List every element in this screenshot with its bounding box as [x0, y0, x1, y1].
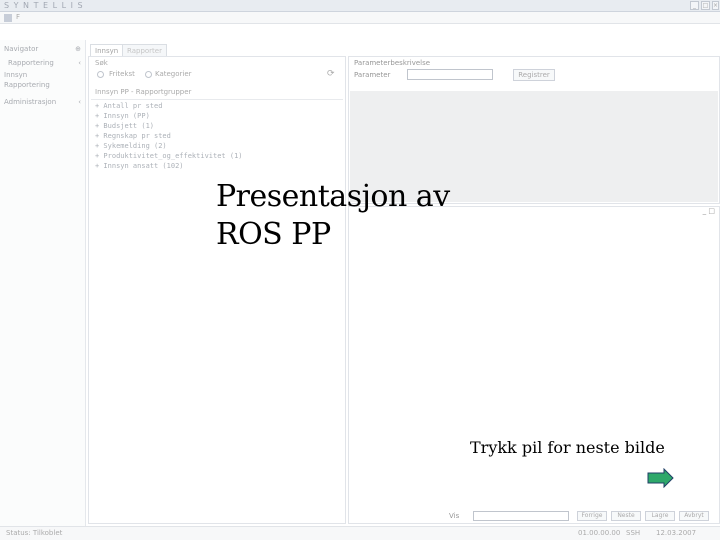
sidebar-item-rapportering-2[interactable]: Rapportering [4, 81, 50, 89]
next-arrow-icon[interactable] [647, 468, 674, 488]
status-text: Status: Tilkoblet [6, 529, 63, 537]
search-panel: Søk Fritekst Kategorier ⟳ Innsyn PP - Ra… [88, 56, 346, 524]
parameter-panel-title: Parameterbeskrivelse [354, 59, 431, 67]
maximize-button[interactable]: □ [701, 1, 710, 10]
divider [91, 99, 343, 100]
radio-fritekst[interactable] [97, 71, 104, 78]
tab-rapporter[interactable]: Rapporter [122, 44, 167, 56]
collapse-icon[interactable]: ‹ [78, 59, 81, 67]
tab-innsyn[interactable]: Innsyn [90, 44, 124, 56]
window-titlebar: S Y N T E L L I S _ □ × [0, 0, 720, 12]
status-bar: Status: Tilkoblet 01.00.00.00 SSH 12.03.… [0, 526, 720, 540]
prev-button[interactable]: Forrige [577, 511, 607, 521]
sidebar: Navigator ⊕ Rapportering ‹ Innsyn Rappor… [0, 40, 86, 526]
radio-kategori-label: Kategorier [155, 70, 192, 78]
sidebar-header: Navigator [4, 45, 39, 53]
save-button[interactable]: Lagre [645, 511, 675, 521]
sidebar-item-innsyn[interactable]: Innsyn [4, 71, 27, 79]
user-text: SSH [626, 529, 641, 537]
pin-icon[interactable]: ⊕ [75, 45, 81, 53]
tree-item[interactable]: + Sykemelding (2) [95, 142, 167, 150]
parameter-input[interactable] [407, 69, 493, 80]
tree-header: Innsyn PP - Rapportgrupper [95, 88, 192, 96]
tree-item[interactable]: + Innsyn ansatt (102) [95, 162, 184, 170]
menu-item-file[interactable]: F [16, 13, 20, 21]
tree-item[interactable]: + Produktivitet_og_effektivitet (1) [95, 152, 243, 160]
background-app-screenshot: S Y N T E L L I S _ □ × F Navigator ⊕ Ra… [0, 0, 720, 540]
radio-fritekst-label: Fritekst [109, 70, 135, 78]
tree-item[interactable]: + Budsjett (1) [95, 122, 154, 130]
slide-title: Presentasjon av ROS PP [216, 178, 536, 254]
collapse-icon-2[interactable]: ‹ [78, 98, 81, 106]
app-icon [4, 14, 12, 22]
sidebar-item-rapportering[interactable]: Rapportering [8, 59, 54, 67]
next-slide-hint: Trykk pil for neste bilde [470, 438, 665, 457]
sidebar-item-administrasjon[interactable]: Administrasjon [4, 98, 56, 106]
tree-item[interactable]: + Antall pr sted [95, 102, 162, 110]
tree-item[interactable]: + Innsyn (PP) [95, 112, 150, 120]
date-text: 12.03.2007 [656, 529, 697, 537]
cancel-button[interactable]: Avbryt [679, 511, 709, 521]
menu-bar: F [0, 12, 720, 24]
search-refresh-icon[interactable]: ⟳ [327, 69, 335, 79]
view-select[interactable] [473, 511, 569, 521]
parameter-label: Parameter [354, 71, 391, 79]
slide-title-line-1: Presentasjon av [216, 179, 450, 214]
next-button[interactable]: Neste [611, 511, 641, 521]
panel-controls-icon[interactable]: _ □ [703, 207, 715, 215]
radio-kategori[interactable] [145, 71, 152, 78]
view-label: Vis [449, 512, 460, 520]
version-text: 01.00.00.00 [578, 529, 621, 537]
app-title: S Y N T E L L I S [4, 1, 84, 10]
search-panel-title: Søk [95, 59, 108, 67]
tree-item[interactable]: + Regnskap pr sted [95, 132, 171, 140]
slide-title-line-2: ROS PP [216, 217, 331, 252]
minimize-button[interactable]: _ [690, 1, 699, 10]
close-button[interactable]: × [712, 1, 719, 10]
register-button[interactable]: Registrer [513, 69, 555, 81]
